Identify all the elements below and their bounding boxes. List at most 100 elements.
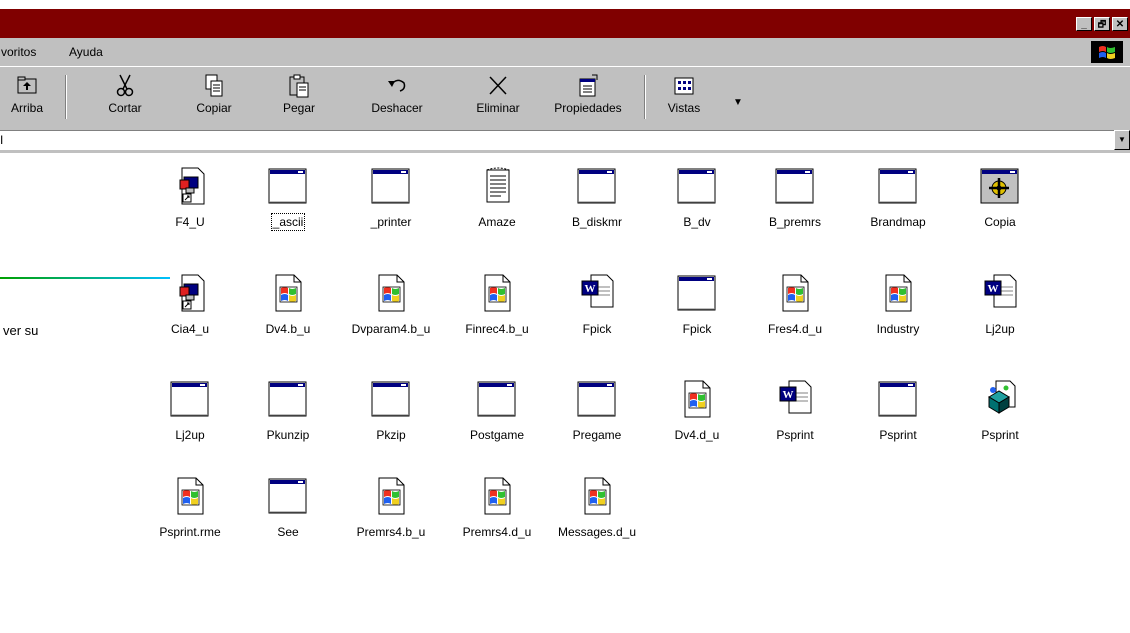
- file-item[interactable]: Industry: [848, 273, 948, 336]
- file-item[interactable]: Dvparam4.b_u: [341, 273, 441, 336]
- file-item[interactable]: Fpick: [647, 273, 747, 336]
- window-app-icon: [547, 166, 647, 206]
- word-doc-icon: W: [745, 379, 845, 419]
- file-item[interactable]: See: [238, 476, 338, 539]
- svg-text:W: W: [783, 389, 794, 401]
- file-item[interactable]: _printer: [341, 166, 441, 229]
- file-label: _printer: [370, 215, 412, 229]
- address-dropdown-button[interactable]: ▼: [1114, 130, 1130, 150]
- system-file-icon: [950, 379, 1050, 419]
- word-doc-icon: W: [547, 273, 647, 313]
- windows-doc-icon: [848, 273, 948, 313]
- views-icon: [674, 77, 694, 95]
- file-item[interactable]: Psprint.rme: [140, 476, 240, 539]
- properties-icon: [579, 74, 598, 97]
- file-item[interactable]: Dv4.d_u: [647, 379, 747, 442]
- window-app-icon: [447, 379, 547, 419]
- title-bar-fill: [0, 9, 1130, 38]
- file-item[interactable]: Psprint: [950, 379, 1050, 442]
- address-bar: I ▼: [0, 127, 1130, 153]
- file-item[interactable]: Psprint: [848, 379, 948, 442]
- minimize-button[interactable]: _: [1076, 17, 1092, 31]
- file-label: Finrec4.b_u: [465, 322, 529, 336]
- file-label: Psprint: [776, 428, 814, 442]
- file-label: See: [277, 525, 299, 539]
- copy-button[interactable]: Copiar: [184, 73, 244, 115]
- window-app-icon: [848, 379, 948, 419]
- file-item[interactable]: Premrs4.b_u: [341, 476, 441, 539]
- file-item[interactable]: Postgame: [447, 379, 547, 442]
- window-app-icon: [848, 166, 948, 206]
- window-app-icon: [647, 273, 747, 313]
- file-item[interactable]: Dv4.b_u: [238, 273, 338, 336]
- file-label: Premrs4.d_u: [462, 525, 532, 539]
- file-item[interactable]: Brandmap: [848, 166, 948, 229]
- file-item[interactable]: B_dv: [647, 166, 747, 229]
- file-item[interactable]: Pkzip: [341, 379, 441, 442]
- file-item[interactable]: W Psprint: [745, 379, 845, 442]
- file-item[interactable]: Lj2up: [140, 379, 240, 442]
- file-label: Fres4.d_u: [767, 322, 823, 336]
- views-dropdown-arrow[interactable]: ▼: [733, 97, 743, 108]
- word-doc-icon: W: [950, 273, 1050, 313]
- windows-doc-icon: [341, 273, 441, 313]
- file-item[interactable]: Cia4_u: [140, 273, 240, 336]
- file-item[interactable]: Copia: [950, 166, 1050, 229]
- window-app-icon: [140, 379, 240, 419]
- svg-text:W: W: [585, 283, 596, 295]
- file-item[interactable]: Messages.d_u: [547, 476, 647, 539]
- up-button[interactable]: Arriba: [0, 73, 54, 115]
- file-label: Dv4.d_u: [674, 428, 720, 442]
- toolbar-separator: [644, 75, 646, 119]
- menu-favoritos[interactable]: voritos: [1, 45, 36, 59]
- up-folder-icon: [17, 76, 37, 94]
- file-label: Psprint: [879, 428, 917, 442]
- file-item[interactable]: Finrec4.b_u: [447, 273, 547, 336]
- cut-label: Cortar: [108, 101, 142, 115]
- delete-x-icon: [489, 76, 507, 95]
- close-button[interactable]: ✕: [1112, 17, 1128, 31]
- file-item[interactable]: W Lj2up: [950, 273, 1050, 336]
- file-item[interactable]: Amaze: [447, 166, 547, 229]
- window-app-icon: [745, 166, 845, 206]
- file-label: Lj2up: [175, 428, 205, 442]
- file-item[interactable]: B_premrs: [745, 166, 845, 229]
- file-item[interactable]: Pregame: [547, 379, 647, 442]
- file-label: Lj2up: [985, 322, 1015, 336]
- restore-button[interactable]: 🗗: [1094, 17, 1110, 31]
- window-app-icon: [647, 166, 747, 206]
- windows-doc-icon: [745, 273, 845, 313]
- windows-doc-icon: [647, 379, 747, 419]
- menu-ayuda[interactable]: Ayuda: [69, 45, 103, 59]
- gear-window-icon: [950, 166, 1050, 206]
- svg-text:W: W: [988, 283, 999, 295]
- file-item[interactable]: Pkunzip: [238, 379, 338, 442]
- properties-button[interactable]: Propiedades: [543, 73, 633, 115]
- window-app-icon: [238, 166, 338, 206]
- file-item[interactable]: Premrs4.d_u: [447, 476, 547, 539]
- file-item[interactable]: _ascii: [238, 166, 338, 231]
- up-label: Arriba: [10, 101, 43, 115]
- cut-button[interactable]: Cortar: [98, 73, 152, 115]
- undo-button[interactable]: Deshacer: [362, 73, 432, 115]
- paste-button[interactable]: Pegar: [272, 73, 326, 115]
- file-label: F4_U: [175, 215, 205, 229]
- properties-label: Propiedades: [554, 101, 622, 115]
- notepad-icon: [447, 166, 547, 206]
- file-label: Psprint: [981, 428, 1019, 442]
- file-item[interactable]: B_diskmr: [547, 166, 647, 229]
- file-label: Fpick: [682, 322, 712, 336]
- undo-icon: [388, 79, 406, 92]
- copy-label: Copiar: [196, 101, 232, 115]
- file-item[interactable]: Fres4.d_u: [745, 273, 845, 336]
- file-label: Pkzip: [376, 428, 406, 442]
- windows-doc-icon: [447, 273, 547, 313]
- address-input[interactable]: I: [0, 130, 1116, 150]
- delete-button[interactable]: Eliminar: [466, 73, 530, 115]
- views-button[interactable]: Vistas: [657, 73, 711, 115]
- scissors-icon: [116, 74, 134, 97]
- file-item[interactable]: W Fpick: [547, 273, 647, 336]
- menu-bar: voritos Ayuda: [0, 38, 1130, 67]
- file-item[interactable]: F4_U: [140, 166, 240, 229]
- window-app-icon: [341, 379, 441, 419]
